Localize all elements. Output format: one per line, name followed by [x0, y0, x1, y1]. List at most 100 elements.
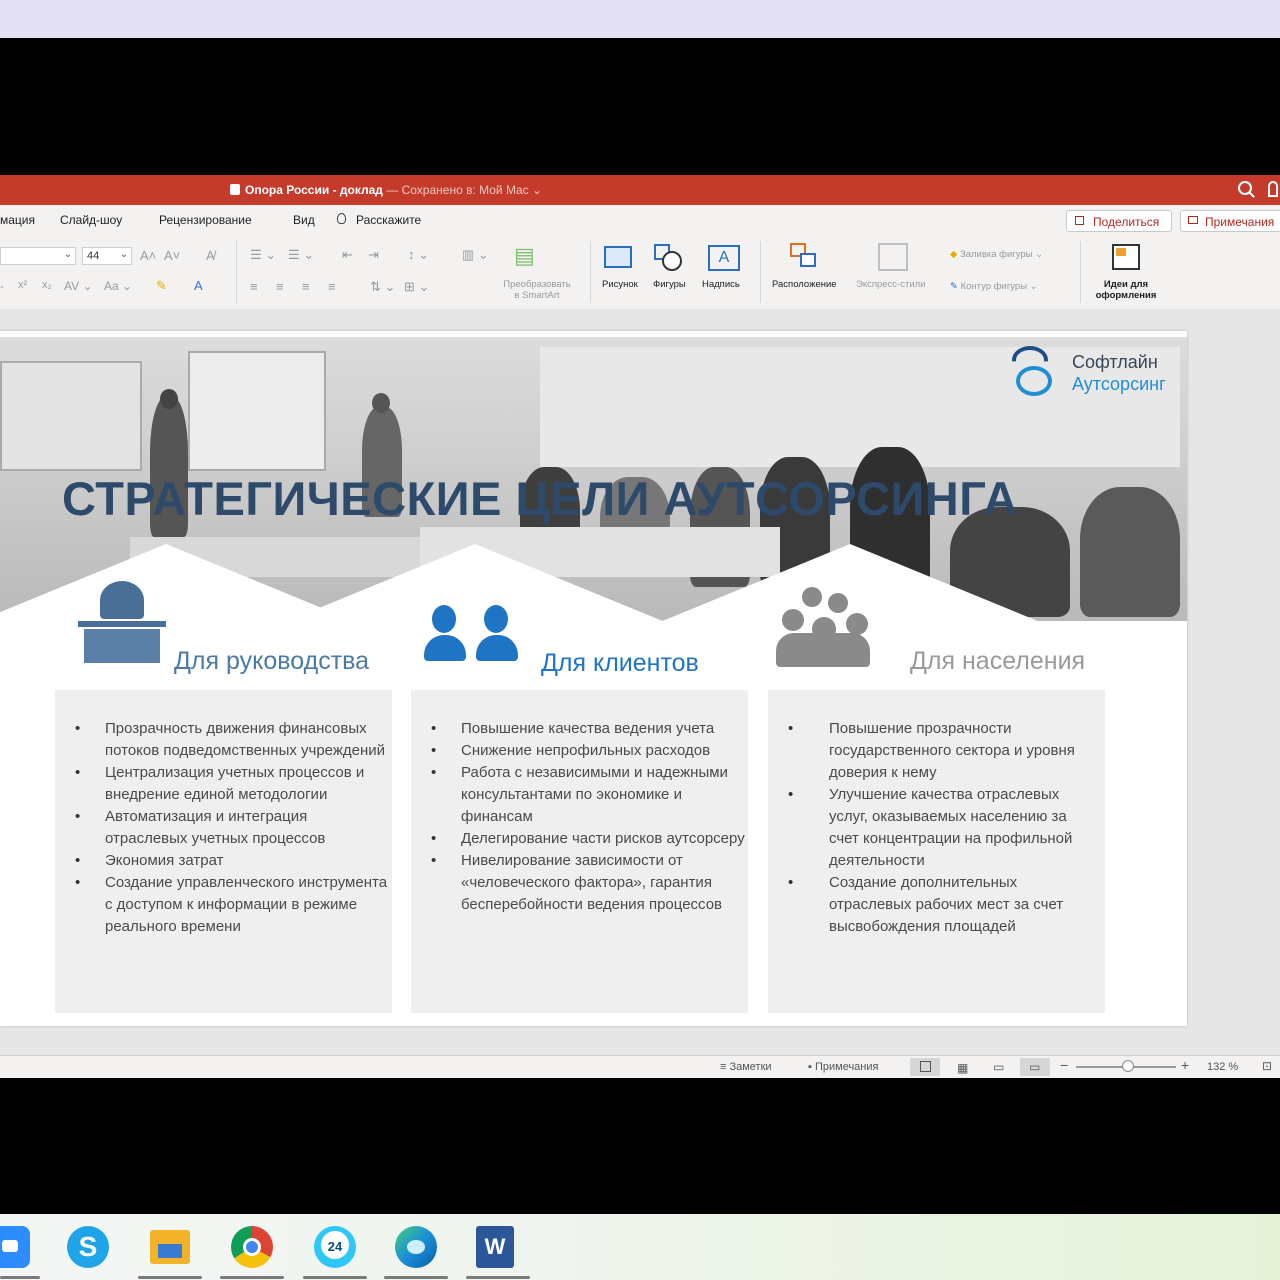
font-color-icon[interactable]: A [194, 278, 203, 293]
pen-icon: ✎ [950, 281, 961, 292]
shapes-button[interactable]: Фигуры [653, 279, 686, 290]
line-spacing-icon[interactable]: ↕ ⌄ [408, 247, 429, 263]
list-item: Повышение качества ведения учета [411, 718, 748, 740]
photo-whiteboard [188, 351, 326, 471]
account-icon[interactable] [1268, 181, 1278, 197]
superscript-icon[interactable]: x² [18, 279, 27, 291]
slide-title[interactable]: СТРАТЕГИЧЕСКИЕ ЦЕЛИ АУТСОРСИНГА [62, 471, 1018, 526]
shape-outline-label: Контур фигуры [960, 281, 1028, 292]
slide-sorter-button[interactable]: ▦ [948, 1058, 978, 1076]
list-item: Создание управленческого инструмента с д… [55, 872, 392, 938]
list-item: Централизация учетных процессов и внедре… [55, 762, 392, 806]
textbox-icon[interactable]: A [708, 245, 740, 271]
normal-view-button[interactable] [910, 1058, 940, 1076]
shapes-circle [662, 251, 682, 271]
font-size-field[interactable]: 44 ⌄ [82, 247, 132, 265]
search-icon[interactable] [1238, 181, 1252, 195]
content-box-management[interactable]: Прозрачность движения финансовых потоков… [55, 690, 392, 1013]
chevron-down-icon[interactable]: ⌄ [64, 249, 72, 260]
comment-icon: ▪ [808, 1061, 815, 1073]
highlight-icon[interactable]: ✎ [156, 278, 167, 294]
slide-canvas[interactable]: СТРАТЕГИЧЕСКИЕ ЦЕЛИ АУТСОРСИНГА Софтлайн… [0, 331, 1187, 1026]
tab-review[interactable]: Рецензирование [159, 213, 252, 227]
file-explorer-icon[interactable] [150, 1230, 190, 1264]
tab-view[interactable]: Вид [293, 213, 315, 227]
char-spacing-icon[interactable]: AV ⌄ [64, 279, 93, 293]
client-head-2 [484, 605, 508, 633]
zoom-out-button[interactable]: − [1060, 1057, 1068, 1073]
text-direction-icon[interactable]: ⇅ ⌄ [370, 279, 395, 295]
textbox-button[interactable]: Надпись [702, 279, 740, 290]
share-button[interactable]: Поделиться [1066, 210, 1172, 232]
list-item: Улучшение качества отраслевых услуг, ока… [768, 784, 1105, 872]
strikethrough-icon[interactable]: - [0, 281, 4, 293]
save-status: — Сохранено в: Мой Mac [386, 183, 529, 197]
status-comments-button[interactable]: ▪ Примечания [808, 1061, 878, 1073]
arrange-button[interactable]: Расположение [772, 279, 837, 290]
quick-styles-icon[interactable] [878, 243, 908, 271]
numbering-icon[interactable]: ☰ ⌄ [288, 247, 314, 263]
smartart-icon[interactable]: ▤ [514, 243, 535, 269]
align-center-icon[interactable]: ≡ [276, 279, 284, 294]
clear-format-icon[interactable]: A̸ [206, 248, 215, 263]
reading-view-button[interactable]: ▭ [984, 1058, 1014, 1076]
font-name-field[interactable]: ⌄ [0, 247, 76, 265]
content-box-clients[interactable]: Повышение качества ведения учета Снижени… [411, 690, 748, 1013]
justify-icon[interactable]: ≡ [328, 279, 336, 294]
picture-button[interactable]: Рисунок [602, 279, 638, 290]
photo-head [372, 393, 390, 413]
bullets-icon[interactable]: ☰ ⌄ [250, 247, 276, 263]
document-name[interactable]: Опора России - доклад [245, 183, 383, 197]
screen-border-bottom [0, 1078, 1280, 1214]
shape-outline-button[interactable]: ✎ Контур фигуры ⌄ [950, 281, 1038, 292]
logo-text-1: Софтлайн [1072, 352, 1158, 372]
align-text-icon[interactable]: ⊞ ⌄ [404, 279, 429, 295]
chrome-icon[interactable] [231, 1226, 273, 1268]
arrange-icon-back [800, 253, 816, 267]
fit-to-window-icon[interactable]: ⊡ [1262, 1059, 1272, 1073]
zoom-in-button[interactable]: + [1181, 1057, 1189, 1073]
edge-icon[interactable] [395, 1226, 437, 1268]
subscript-icon[interactable]: x₂ [42, 279, 52, 291]
column-heading-clients: Для клиентов [541, 649, 699, 677]
tell-me-search[interactable]: Расскажите [356, 213, 421, 227]
chevron-down-icon[interactable]: ⌄ [120, 249, 128, 260]
word-icon[interactable]: W [476, 1226, 514, 1268]
convert-smartart-button[interactable]: Преобразовать в SmartArt [496, 279, 578, 301]
ribbon-separator [236, 241, 237, 303]
population-icon [776, 587, 872, 667]
running-app-indicator [384, 1276, 448, 1279]
increase-font-icon[interactable]: A˄ [140, 248, 156, 263]
decrease-indent-icon[interactable]: ⇤ [342, 247, 353, 263]
ideas-label-1: Идеи для [1103, 279, 1149, 290]
content-box-population[interactable]: Повышение прозрачности государственного … [768, 690, 1105, 1013]
logo-text-2: Аутсорсинг [1072, 374, 1166, 394]
picture-icon[interactable] [604, 246, 632, 268]
design-ideas-button[interactable]: Идеи для оформления [1090, 279, 1162, 301]
zoom-icon[interactable] [0, 1226, 30, 1268]
tab-animation[interactable]: мация [0, 213, 35, 227]
decrease-font-icon[interactable]: A˅ [164, 248, 180, 263]
bitrix24-icon[interactable]: 24 [314, 1226, 356, 1268]
comments-button[interactable]: Примечания [1180, 210, 1280, 232]
align-right-icon[interactable]: ≡ [302, 279, 310, 294]
bitrix24-badge: 24 [321, 1231, 349, 1259]
design-ideas-icon[interactable] [1112, 244, 1140, 270]
list-item: Экономия затрат [55, 850, 392, 872]
running-app-indicator [138, 1276, 202, 1279]
comment-icon [1188, 216, 1198, 224]
tab-slideshow[interactable]: Слайд-шоу [60, 213, 122, 227]
zoom-slider-handle[interactable] [1122, 1060, 1134, 1072]
slideshow-button[interactable]: ▭ [1020, 1058, 1050, 1076]
increase-indent-icon[interactable]: ⇥ [368, 247, 379, 263]
skype-icon[interactable]: S [67, 1226, 109, 1268]
shape-fill-button[interactable]: ◆ Заливка фигуры ⌄ [950, 249, 1043, 260]
align-left-icon[interactable]: ≡ [250, 279, 258, 294]
person-head [828, 593, 848, 613]
columns-icon[interactable]: ▥ ⌄ [462, 247, 489, 263]
quick-styles-button[interactable]: Экспресс-стили [856, 279, 925, 290]
zoom-level[interactable]: 132 % [1207, 1061, 1238, 1073]
change-case-icon[interactable]: Aa ⌄ [104, 279, 132, 293]
chevron-down-icon[interactable]: ⌄ [529, 183, 542, 197]
notes-button[interactable]: ≡ Заметки [720, 1061, 772, 1073]
